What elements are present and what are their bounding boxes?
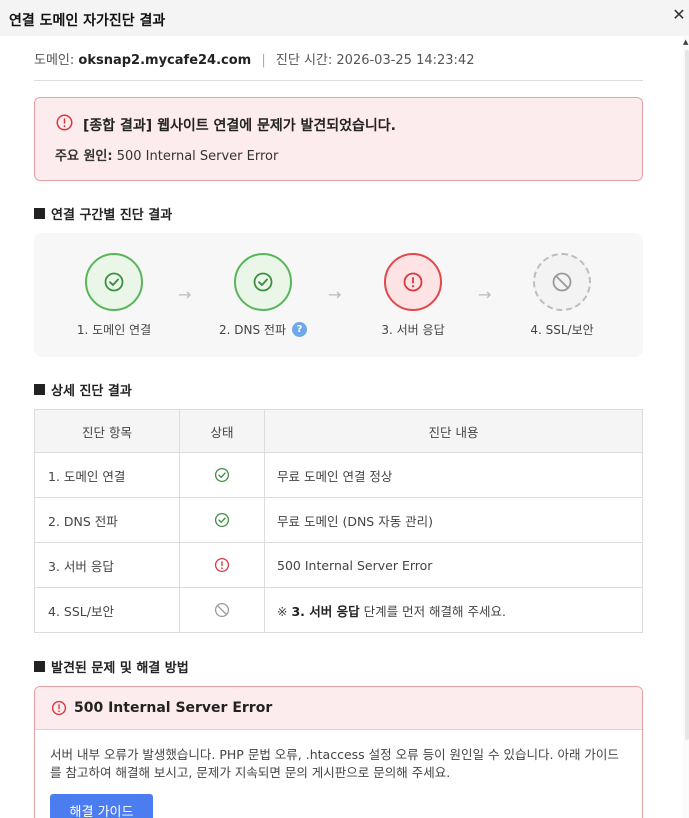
problem-header: 500 Internal Server Error	[35, 687, 642, 730]
note-step-ref: 3. 서버 응답	[291, 603, 360, 619]
step-label: 4. SSL/보안	[530, 323, 594, 337]
row-desc: 500 Internal Server Error	[264, 542, 643, 588]
problem-description: 서버 내부 오류가 발생했습니다. PHP 문법 오류, .htaccess 설…	[50, 747, 619, 780]
arrow-right-icon: →	[178, 285, 192, 304]
error-circle-icon	[51, 700, 67, 716]
time-value: 2026-03-25 14:23:42	[336, 53, 475, 68]
section-bullet-icon	[34, 661, 45, 672]
step-status-skipped	[533, 253, 591, 311]
steps-section-label: 연결 구간별 진단 결과	[51, 208, 173, 223]
table-row: 3. 서버 응답 500 Internal Server Error	[34, 542, 643, 588]
arrow-right-icon: →	[478, 285, 492, 304]
row-status	[179, 452, 265, 498]
section-bullet-icon	[34, 208, 45, 219]
problem-card: 500 Internal Server Error 서버 내부 오류가 발생했습…	[34, 686, 643, 818]
header-status: 상태	[179, 409, 265, 453]
scroll-up-icon[interactable]: ▲	[683, 38, 689, 46]
error-circle-icon	[403, 272, 423, 292]
diagnosis-meta: 도메인: oksnap2.mycafe24.com | 진단 시간: 2026-…	[34, 36, 643, 81]
error-circle-icon	[214, 558, 230, 573]
check-circle-icon	[214, 468, 230, 483]
note-text: 단계를 먼저 해결해 주세요.	[363, 603, 507, 619]
domain-label: 도메인:	[34, 53, 75, 68]
modal-header: 연결 도메인 자가진단 결과 ✕	[0, 0, 689, 36]
solution-guide-button[interactable]: 해결 가이드	[50, 794, 153, 818]
error-circle-icon	[56, 114, 73, 131]
meta-separator: |	[261, 53, 266, 68]
problem-body: 서버 내부 오류가 발생했습니다. PHP 문법 오류, .htaccess 설…	[35, 730, 642, 818]
table-row: 1. 도메인 연결 무료 도메인 연결 정상	[34, 452, 643, 498]
modal-content: 도메인: oksnap2.mycafe24.com | 진단 시간: 2026-…	[34, 36, 643, 818]
row-desc: 무료 도메인 연결 정상	[264, 452, 643, 498]
detail-section-label: 상세 진단 결과	[51, 384, 132, 399]
prohibited-icon	[214, 603, 230, 618]
table-header-row: 진단 항목 상태 진단 내용	[34, 409, 643, 453]
check-circle-icon	[253, 272, 273, 292]
step-domain-connection: 1. 도메인 연결	[54, 253, 174, 338]
modal-title: 연결 도메인 자가진단 결과	[9, 13, 166, 29]
steps-section-title: 연결 구간별 진단 결과	[34, 204, 643, 223]
row-item: 3. 서버 응답	[34, 542, 180, 588]
summary-cause: 주요 원인: 500 Internal Server Error	[55, 145, 278, 164]
step-status-ok	[234, 253, 292, 311]
step-label: 2. DNS 전파 ?	[203, 321, 323, 338]
row-item: 4. SSL/보안	[34, 587, 180, 633]
row-status	[179, 497, 265, 543]
check-circle-icon	[104, 272, 124, 292]
help-icon[interactable]: ?	[292, 322, 307, 337]
prohibited-icon	[552, 272, 572, 292]
domain-value: oksnap2.mycafe24.com	[78, 53, 252, 68]
header-item: 진단 항목	[34, 409, 180, 453]
row-desc: ※ 3. 서버 응답 단계를 먼저 해결해 주세요.	[264, 587, 643, 633]
cause-value: 500 Internal Server Error	[116, 149, 279, 164]
step-label: 3. 서버 응답	[381, 323, 445, 337]
detail-section-title: 상세 진단 결과	[34, 380, 643, 399]
step-status-error	[384, 253, 442, 311]
close-icon[interactable]: ✕	[669, 4, 689, 26]
detail-table: 진단 항목 상태 진단 내용 1. 도메인 연결 무료 도메인 연결 정상 2.…	[34, 409, 643, 633]
summary-alert: [종합 결과] 웹사이트 연결에 문제가 발견되었습니다. 주요 원인: 500…	[34, 97, 643, 181]
section-bullet-icon	[34, 384, 45, 395]
row-status	[179, 587, 265, 633]
cause-label: 주요 원인:	[55, 149, 113, 164]
table-row: 2. DNS 전파 무료 도메인 (DNS 자동 관리)	[34, 497, 643, 543]
arrow-right-icon: →	[328, 285, 342, 304]
row-desc: 무료 도메인 (DNS 자동 관리)	[264, 497, 643, 543]
row-item: 1. 도메인 연결	[34, 452, 180, 498]
problem-title: 500 Internal Server Error	[74, 700, 273, 716]
check-circle-icon	[214, 513, 230, 528]
diagnosis-modal: 연결 도메인 자가진단 결과 ✕ ▲ 도메인: oksnap2.mycafe24…	[0, 0, 689, 818]
step-server-response: 3. 서버 응답	[353, 253, 473, 338]
step-ssl-security: 4. SSL/보안	[502, 253, 622, 338]
step-label: 1. 도메인 연결	[76, 323, 152, 337]
step-dns-propagation: 2. DNS 전파 ?	[203, 253, 323, 338]
note-mark: ※	[277, 603, 288, 619]
scrollbar-thumb[interactable]	[685, 50, 689, 740]
header-detail: 진단 내용	[264, 409, 643, 453]
time-label: 진단 시간:	[275, 53, 333, 68]
row-status	[179, 542, 265, 588]
table-row: 4. SSL/보안 ※ 3. 서버 응답 단계를 먼저 해결해 주세요.	[34, 587, 643, 633]
problem-section-label: 발견된 문제 및 해결 방법	[51, 661, 189, 676]
row-item: 2. DNS 전파	[34, 497, 180, 543]
problem-section-title: 발견된 문제 및 해결 방법	[34, 657, 643, 676]
steps-panel: 1. 도메인 연결 → 2. DNS 전파 ? → 3. 서버 응답 → 4. …	[34, 233, 643, 357]
summary-title: [종합 결과] 웹사이트 연결에 문제가 발견되었습니다.	[83, 118, 396, 134]
step-status-ok	[85, 253, 143, 311]
